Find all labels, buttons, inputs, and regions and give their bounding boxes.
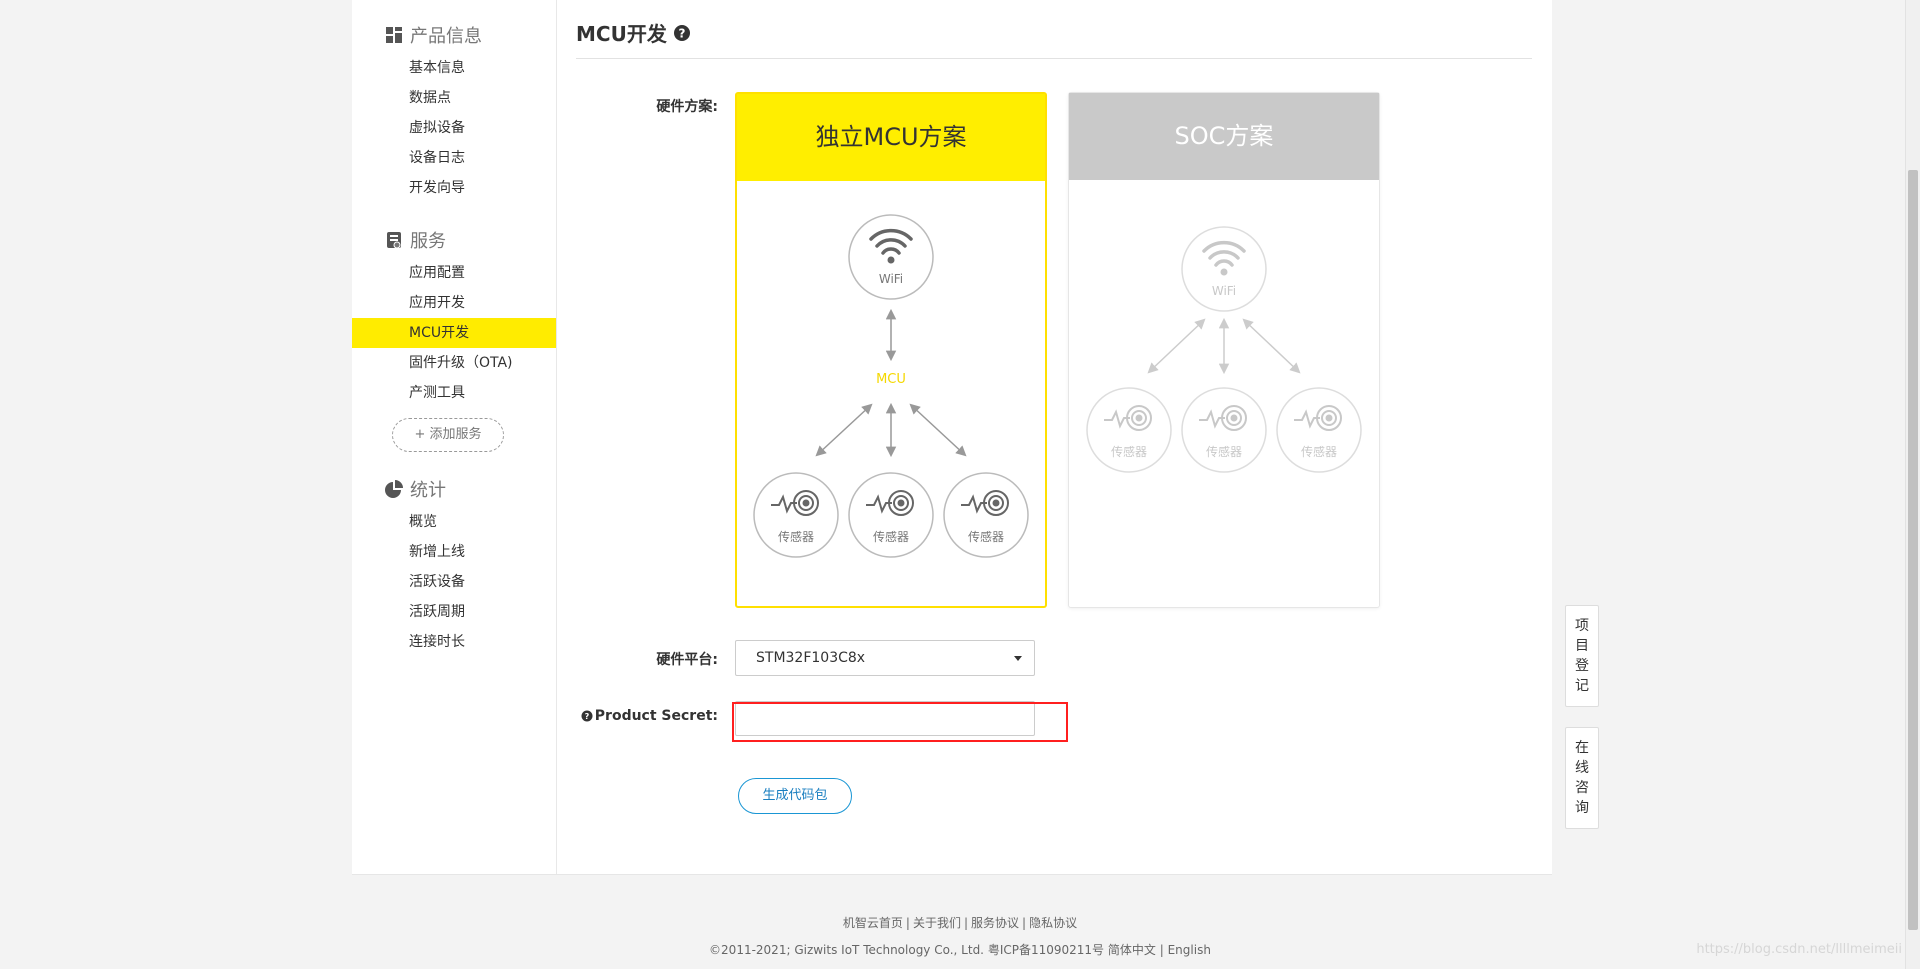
sidebar-group-title: 统计 <box>410 480 446 501</box>
sensor-node: 传感器 <box>848 472 934 558</box>
sidebar-item-ota[interactable]: 固件升级（OTA) <box>352 348 556 378</box>
footer-separator: | <box>963 916 969 930</box>
pie-chart-icon <box>385 480 403 498</box>
sensor-label: 传感器 <box>778 529 814 544</box>
sensor-node: 传感器 <box>1086 387 1172 473</box>
sensor-label: 传感器 <box>1111 444 1147 459</box>
sidebar-item-basic-info[interactable]: 基本信息 <box>352 53 556 83</box>
sidebar-item-test-tools[interactable]: 产测工具 <box>352 378 556 408</box>
footer-separator: | <box>1022 916 1027 930</box>
soc-scheme-card[interactable]: SOC方案 WiFi 传感器 传感器 传感器 <box>1068 92 1380 608</box>
page-title: MCU开发 ? <box>576 18 691 47</box>
svg-text:?: ? <box>678 26 685 40</box>
sidebar-item-active-devices[interactable]: 活跃设备 <box>352 567 556 597</box>
footer-link-home[interactable]: 机智云首页 <box>843 916 903 930</box>
main-content: MCU开发 ? 硬件方案: 独立MCU方案 WiFi MCU 传感器 传感器 传… <box>576 0 1532 874</box>
scrollbar[interactable] <box>1905 0 1920 969</box>
grid-icon <box>386 27 402 43</box>
sidebar-item-overview[interactable]: 概览 <box>352 507 556 537</box>
service-icon <box>387 232 401 249</box>
question-circle-icon[interactable]: ? <box>673 24 691 42</box>
mcu-architecture-diagram: WiFi MCU 传感器 传感器 传感器 <box>753 214 1029 558</box>
add-service-button[interactable]: + 添加服务 <box>392 418 504 452</box>
mcu-label: MCU <box>876 372 906 387</box>
sensor-node: 传感器 <box>1181 387 1267 473</box>
sidebar-item-dev-guide[interactable]: 开发向导 <box>352 173 556 203</box>
mcu-scheme-card[interactable]: 独立MCU方案 WiFi MCU 传感器 传感器 传感器 <box>735 92 1047 608</box>
question-circle-icon[interactable]: ? <box>581 710 593 722</box>
sidebar-item-new-online[interactable]: 新增上线 <box>352 537 556 567</box>
sidebar-item-app-config[interactable]: 应用配置 <box>352 258 556 288</box>
hardware-platform-value: STM32F103C8x <box>756 650 866 666</box>
online-consult-button[interactable]: 在 线 咨 询 <box>1565 727 1599 829</box>
sidebar-item-device-log[interactable]: 设备日志 <box>352 143 556 173</box>
scrollbar-thumb[interactable] <box>1908 170 1918 930</box>
sidebar-item-virtual-device[interactable]: 虚拟设备 <box>352 113 556 143</box>
content-panel: 产品信息 基本信息 数据点 虚拟设备 设备日志 开发向导 服务 应用配置 应用开… <box>352 0 1552 875</box>
soc-card-header: SOC方案 <box>1069 93 1379 180</box>
hardware-platform-label: 硬件平台: <box>656 652 718 668</box>
sidebar-group-statistics: 统计 <box>384 476 446 502</box>
float-char: 目 <box>1575 638 1589 654</box>
soc-architecture-diagram: WiFi 传感器 传感器 传感器 <box>1086 226 1362 473</box>
sidebar: 产品信息 基本信息 数据点 虚拟设备 设备日志 开发向导 服务 应用配置 应用开… <box>352 0 557 874</box>
sidebar-group-services: 服务 <box>384 227 446 253</box>
sensor-label: 传感器 <box>968 529 1004 544</box>
annotation-highlight-box <box>732 702 1068 742</box>
sensor-node: 传感器 <box>1276 387 1362 473</box>
sidebar-group-title: 产品信息 <box>410 26 482 47</box>
sidebar-item-app-dev[interactable]: 应用开发 <box>352 288 556 318</box>
page-title-text: MCU开发 <box>576 22 667 46</box>
sensor-label: 传感器 <box>1206 444 1242 459</box>
footer-links: 机智云首页 | 关于我们 | 服务协议 | 隐私协议 <box>0 914 1920 931</box>
sensor-label: 传感器 <box>873 529 909 544</box>
sidebar-group-title: 服务 <box>410 231 446 252</box>
caret-down-icon <box>1014 656 1022 661</box>
float-char: 咨 <box>1575 780 1589 796</box>
sidebar-item-data-points[interactable]: 数据点 <box>352 83 556 113</box>
mcu-card-header: 独立MCU方案 <box>737 94 1045 181</box>
sidebar-item-connection-duration[interactable]: 连接时长 <box>352 627 556 657</box>
float-char: 线 <box>1575 760 1589 776</box>
hardware-platform-select[interactable]: STM32F103C8x <box>735 640 1035 676</box>
wifi-label: WiFi <box>879 272 903 286</box>
footer-link-privacy[interactable]: 隐私协议 <box>1029 916 1077 930</box>
float-char: 在 <box>1575 740 1589 756</box>
wifi-label: WiFi <box>1212 284 1236 298</box>
title-divider <box>576 58 1532 59</box>
wifi-node: WiFi <box>1181 226 1267 312</box>
copyright-text: ©2011-2021; Gizwits IoT Technology Co., … <box>709 943 1105 957</box>
footer-separator: | <box>905 916 910 930</box>
wifi-node: WiFi <box>848 214 934 300</box>
footer-link-terms[interactable]: 服务协议 <box>971 916 1019 930</box>
product-secret-label-text: Product Secret: <box>594 708 718 724</box>
float-char: 登 <box>1575 658 1589 674</box>
sensor-node: 传感器 <box>753 472 839 558</box>
float-char: 记 <box>1575 678 1589 694</box>
project-register-button[interactable]: 项 目 登 记 <box>1565 605 1599 707</box>
footer-copyright: ©2011-2021; Gizwits IoT Technology Co., … <box>0 941 1920 958</box>
product-secret-label: ? Product Secret: <box>558 708 718 724</box>
sidebar-item-active-period[interactable]: 活跃周期 <box>352 597 556 627</box>
lang-zh-link[interactable]: 简体中文 <box>1108 943 1156 957</box>
lang-en-link[interactable]: English <box>1168 943 1211 957</box>
svg-text:?: ? <box>584 712 589 721</box>
sensor-node: 传感器 <box>943 472 1029 558</box>
float-char: 项 <box>1575 618 1589 634</box>
footer-link-about[interactable]: 关于我们 <box>913 916 961 930</box>
sidebar-group-product-info: 产品信息 <box>384 22 482 48</box>
generate-code-button[interactable]: 生成代码包 <box>738 778 852 814</box>
sidebar-item-mcu-dev[interactable]: MCU开发 <box>352 318 556 348</box>
sensor-label: 传感器 <box>1301 444 1337 459</box>
float-char: 询 <box>1575 800 1589 816</box>
footer-separator: | <box>1159 943 1164 957</box>
hardware-scheme-label: 硬件方案: <box>656 99 718 115</box>
watermark: https://blog.csdn.net/llllmeimeii <box>1696 942 1902 957</box>
